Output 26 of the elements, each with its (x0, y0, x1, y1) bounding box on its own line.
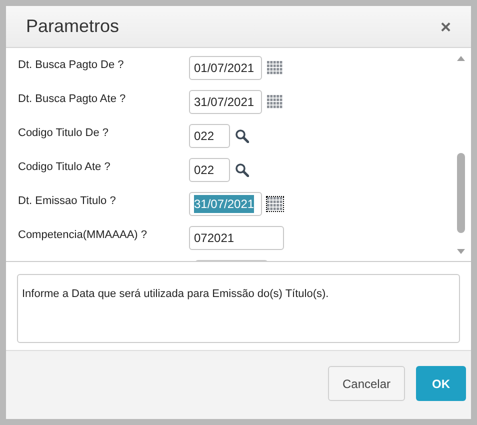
close-button[interactable]: × (440, 18, 451, 36)
parameter-label: Dt. Busca Pagto De ? (18, 58, 125, 73)
dialog-title: Parametros (26, 15, 120, 38)
parameter-label: Dt. Busca Pagto Ate ? (18, 92, 127, 107)
search-icon[interactable] (235, 129, 249, 143)
field-value: 022 (194, 128, 214, 145)
input-field[interactable]: 022 (189, 124, 230, 148)
field-value: 31/07/2021 (194, 94, 254, 111)
field-value: 31/07/2021 (194, 195, 254, 213)
calendar-icon[interactable] (267, 61, 283, 75)
input-field[interactable]: 31/07/2021 (189, 90, 262, 114)
input-field[interactable]: 072021 (189, 226, 284, 250)
field-value: 022 (194, 162, 214, 179)
help-text: Informe a Data que será utilizada para Emissão do(s) Título(s). (22, 288, 329, 300)
parameter-label: Competencia(MMAAAA) ? (18, 228, 148, 243)
input-field[interactable]: 01/07/2021 (189, 56, 262, 80)
search-icon[interactable] (235, 163, 249, 177)
cancel-button[interactable]: Cancelar (328, 366, 405, 401)
calendar-icon[interactable] (267, 197, 283, 211)
calendar-icon[interactable] (267, 95, 283, 109)
parameter-label: Codigo Titulo Ate ? (18, 160, 112, 175)
field-value: 01/07/2021 (194, 60, 254, 77)
field-value: 072021 (194, 230, 234, 247)
parameter-label: Dt. Emissao Titulo ? (18, 194, 117, 209)
input-field[interactable]: 022 (189, 158, 230, 182)
parameter-label: Codigo Titulo De ? (18, 126, 110, 141)
